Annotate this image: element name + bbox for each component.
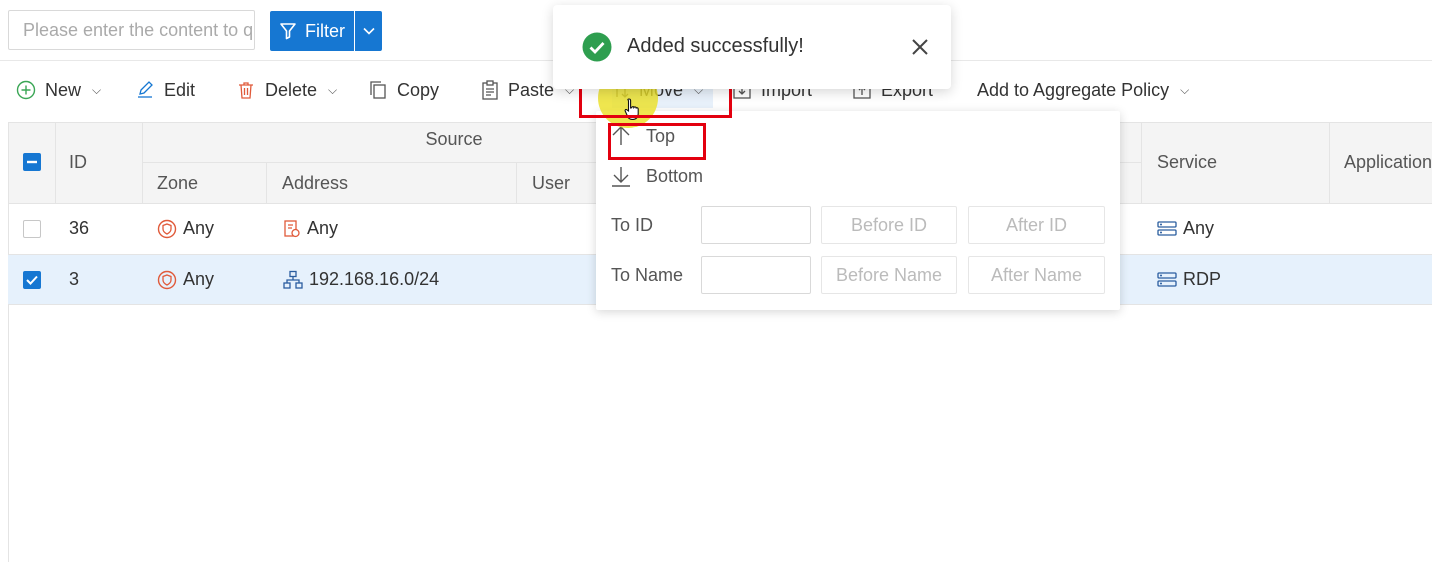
arrow-down-bar-icon xyxy=(612,167,630,187)
row-zone: Any xyxy=(157,269,214,290)
edit-icon xyxy=(138,81,153,98)
add-to-aggregate-policy-button[interactable]: Add to Aggregate Policy ⌵ xyxy=(977,72,1189,108)
zone-shield-icon xyxy=(157,270,177,289)
new-label: New xyxy=(45,79,82,100)
column-header-address[interactable]: Address xyxy=(282,173,348,194)
row-checkbox[interactable] xyxy=(23,220,41,238)
to-id-label: To ID xyxy=(611,215,654,235)
copy-label: Copy xyxy=(397,79,440,100)
clipboard-icon xyxy=(482,80,498,100)
close-icon[interactable] xyxy=(911,38,929,56)
plus-circle-icon xyxy=(16,80,36,100)
network-icon xyxy=(283,270,303,289)
filter-dropdown-button[interactable] xyxy=(355,11,382,51)
aggregate-label: Add to Aggregate Policy xyxy=(977,79,1170,100)
row-id: 3 xyxy=(69,269,80,289)
filter-label: Filter xyxy=(305,20,345,41)
column-header-service[interactable]: Service xyxy=(1157,152,1217,173)
to-name-label: To Name xyxy=(611,265,684,285)
divider xyxy=(1141,122,1142,204)
delete-label: Delete xyxy=(265,79,318,100)
indeterminate-icon xyxy=(27,160,37,164)
paste-label: Paste xyxy=(508,79,555,100)
search-input[interactable]: Please enter the content to q xyxy=(8,10,255,50)
service-icon xyxy=(1157,271,1177,287)
filter-icon xyxy=(280,23,296,40)
select-all-checkbox[interactable] xyxy=(23,153,41,171)
row-address-label: 192.168.16.0/24 xyxy=(309,269,440,289)
row-checkbox[interactable] xyxy=(23,271,41,289)
row-zone: Any xyxy=(157,218,214,239)
divider xyxy=(266,162,267,204)
highlight-box-top xyxy=(608,123,706,160)
delete-button[interactable]: Delete ⌵ xyxy=(236,72,337,108)
trash-icon xyxy=(239,82,253,99)
chevron-down-icon: ⌵ xyxy=(1180,82,1190,97)
divider xyxy=(516,162,517,204)
row-service: RDP xyxy=(1157,269,1221,290)
row-zone-label: Any xyxy=(183,269,215,289)
checkmark-icon xyxy=(26,275,38,285)
column-header-id[interactable]: ID xyxy=(69,152,87,173)
move-bottom-label: Bottom xyxy=(646,165,704,186)
before-id-button[interactable]: Before ID xyxy=(821,206,957,244)
new-button[interactable]: New ⌵ xyxy=(16,72,101,108)
column-header-application[interactable]: Application xyxy=(1344,152,1432,173)
to-name-input[interactable] xyxy=(701,256,811,294)
toast-message: Added successfully! xyxy=(627,35,804,57)
filter-button[interactable]: Filter xyxy=(270,11,354,51)
before-name-button[interactable]: Before Name xyxy=(821,256,957,294)
edit-label: Edit xyxy=(164,79,196,100)
service-icon xyxy=(1157,220,1177,236)
row-address-label: Any xyxy=(307,218,339,238)
row-service-label: Any xyxy=(1183,218,1215,238)
row-service: Any xyxy=(1157,218,1214,239)
move-bottom-item[interactable]: Bottom xyxy=(610,165,703,187)
divider xyxy=(8,122,9,562)
copy-button[interactable]: Copy xyxy=(368,72,439,108)
column-header-user[interactable]: User xyxy=(532,173,570,194)
chevron-down-icon: ⌵ xyxy=(92,82,102,97)
edit-button[interactable]: Edit xyxy=(135,72,195,108)
row-service-label: RDP xyxy=(1183,269,1222,289)
success-toast: Added successfully! xyxy=(553,5,951,89)
copy-icon xyxy=(370,81,386,99)
address-group-icon xyxy=(284,219,300,237)
zone-shield-icon xyxy=(157,219,177,238)
column-header-zone[interactable]: Zone xyxy=(157,173,198,194)
row-address: 192.168.16.0/24 xyxy=(283,269,439,290)
row-address: Any xyxy=(283,218,338,239)
chevron-down-icon xyxy=(362,27,375,35)
divider xyxy=(55,122,56,204)
row-zone-label: Any xyxy=(183,218,215,238)
divider xyxy=(1329,122,1330,204)
chevron-down-icon: ⌵ xyxy=(328,82,338,97)
after-name-button[interactable]: After Name xyxy=(968,256,1105,294)
after-id-button[interactable]: After ID xyxy=(968,206,1105,244)
to-id-input[interactable] xyxy=(701,206,811,244)
check-circle-icon xyxy=(582,32,612,62)
row-id: 36 xyxy=(69,218,90,238)
